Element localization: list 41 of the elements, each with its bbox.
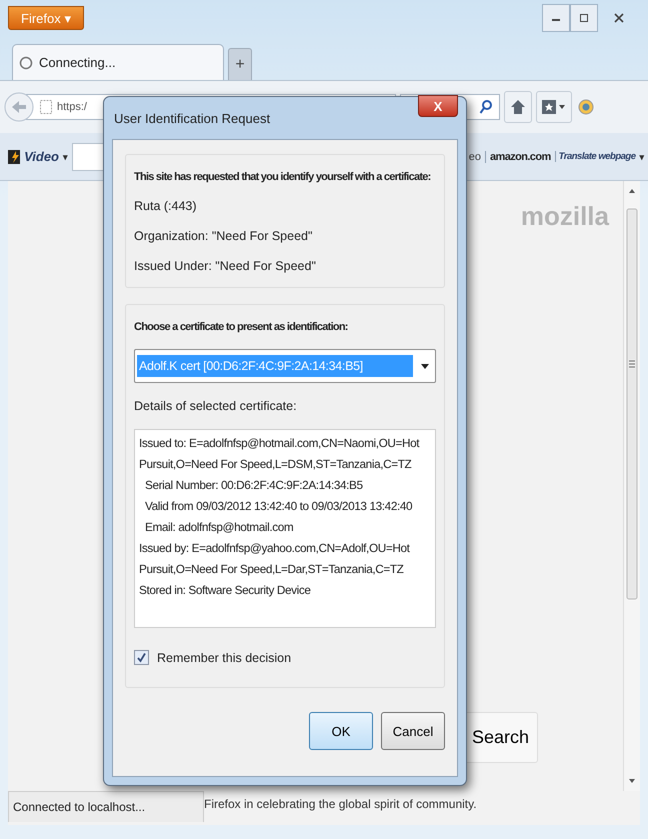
- page-footer-text: Firefox in celebrating the global spirit of community.: [204, 796, 477, 811]
- remember-checkbox[interactable]: [134, 650, 149, 665]
- detail-line: Pursuit,O=Need For Speed,L=DSM,ST=Tanzania,C=TZ: [139, 457, 412, 471]
- maximize-icon[interactable]: [570, 4, 598, 32]
- bookmark-menu[interactable]: Video ▾: [8, 149, 68, 164]
- star-icon: [541, 99, 567, 115]
- status-text: Connected to localhost...: [8, 791, 204, 822]
- mozilla-logo: mozilla: [520, 201, 609, 232]
- browser-tab[interactable]: Connecting...: [12, 44, 224, 80]
- detail-line: Issued by: E=adolfnfsp@yahoo.com,CN=Adolf,OU=Hot: [139, 541, 411, 555]
- new-tab-button[interactable]: +: [228, 48, 252, 80]
- detail-line: Valid from 09/03/2012 13:42:40 to 09/03/2013 13:42:40: [144, 499, 414, 513]
- addon-icon[interactable]: [576, 97, 596, 117]
- request-detail: Ruta (:443): [134, 199, 198, 213]
- dialog-button[interactable]: Cancel: [381, 712, 445, 750]
- home-button[interactable]: [504, 91, 532, 123]
- close-button[interactable]: X: [418, 95, 458, 117]
- video-icon: [8, 150, 20, 164]
- dialog-title: User Identification Request: [113, 110, 270, 126]
- choose-heading: Choose a certificate to present as identification:: [134, 321, 349, 333]
- detail-line: Email: adolfnfsp@hotmail.com: [144, 520, 294, 534]
- bookmark-menu[interactable]: Translate webpage ▾: [554, 151, 644, 162]
- remember-label[interactable]: Remember this decision: [157, 650, 292, 664]
- home-icon: [510, 99, 526, 115]
- request-detail: Organization: "Need For Speed": [134, 229, 314, 243]
- loading-icon: [19, 56, 33, 70]
- minimize-icon[interactable]: [542, 4, 570, 32]
- request-detail: Issued Under: "Need For Speed": [134, 259, 317, 273]
- detail-line: Pursuit,O=Need For Speed,L=Dar,ST=Tanzania,C=TZ: [139, 562, 404, 576]
- detail-line: Serial Number: 00:D6:2F:4C:9F:2A:14:34:B5: [144, 478, 364, 492]
- details-label: Details of selected certificate:: [134, 399, 298, 413]
- request-heading: This site has requested that you identify yourself with a certificate:: [134, 171, 432, 183]
- amazon-bookmark[interactable]: amazon.com: [485, 150, 551, 162]
- scrollbar[interactable]: [623, 181, 640, 791]
- bookmark-label[interactable]: eo: [468, 150, 481, 162]
- search-icon: [479, 99, 493, 115]
- page-icon: [39, 99, 53, 115]
- dialog-button[interactable]: OK: [309, 712, 373, 750]
- detail-line: Stored in: Software Security Device: [139, 583, 312, 597]
- detail-line: Issued to: E=adolfnfsp@hotmail.com,CN=Naomi,OU=Hot: [139, 436, 420, 450]
- bookmarks-button[interactable]: [536, 91, 572, 123]
